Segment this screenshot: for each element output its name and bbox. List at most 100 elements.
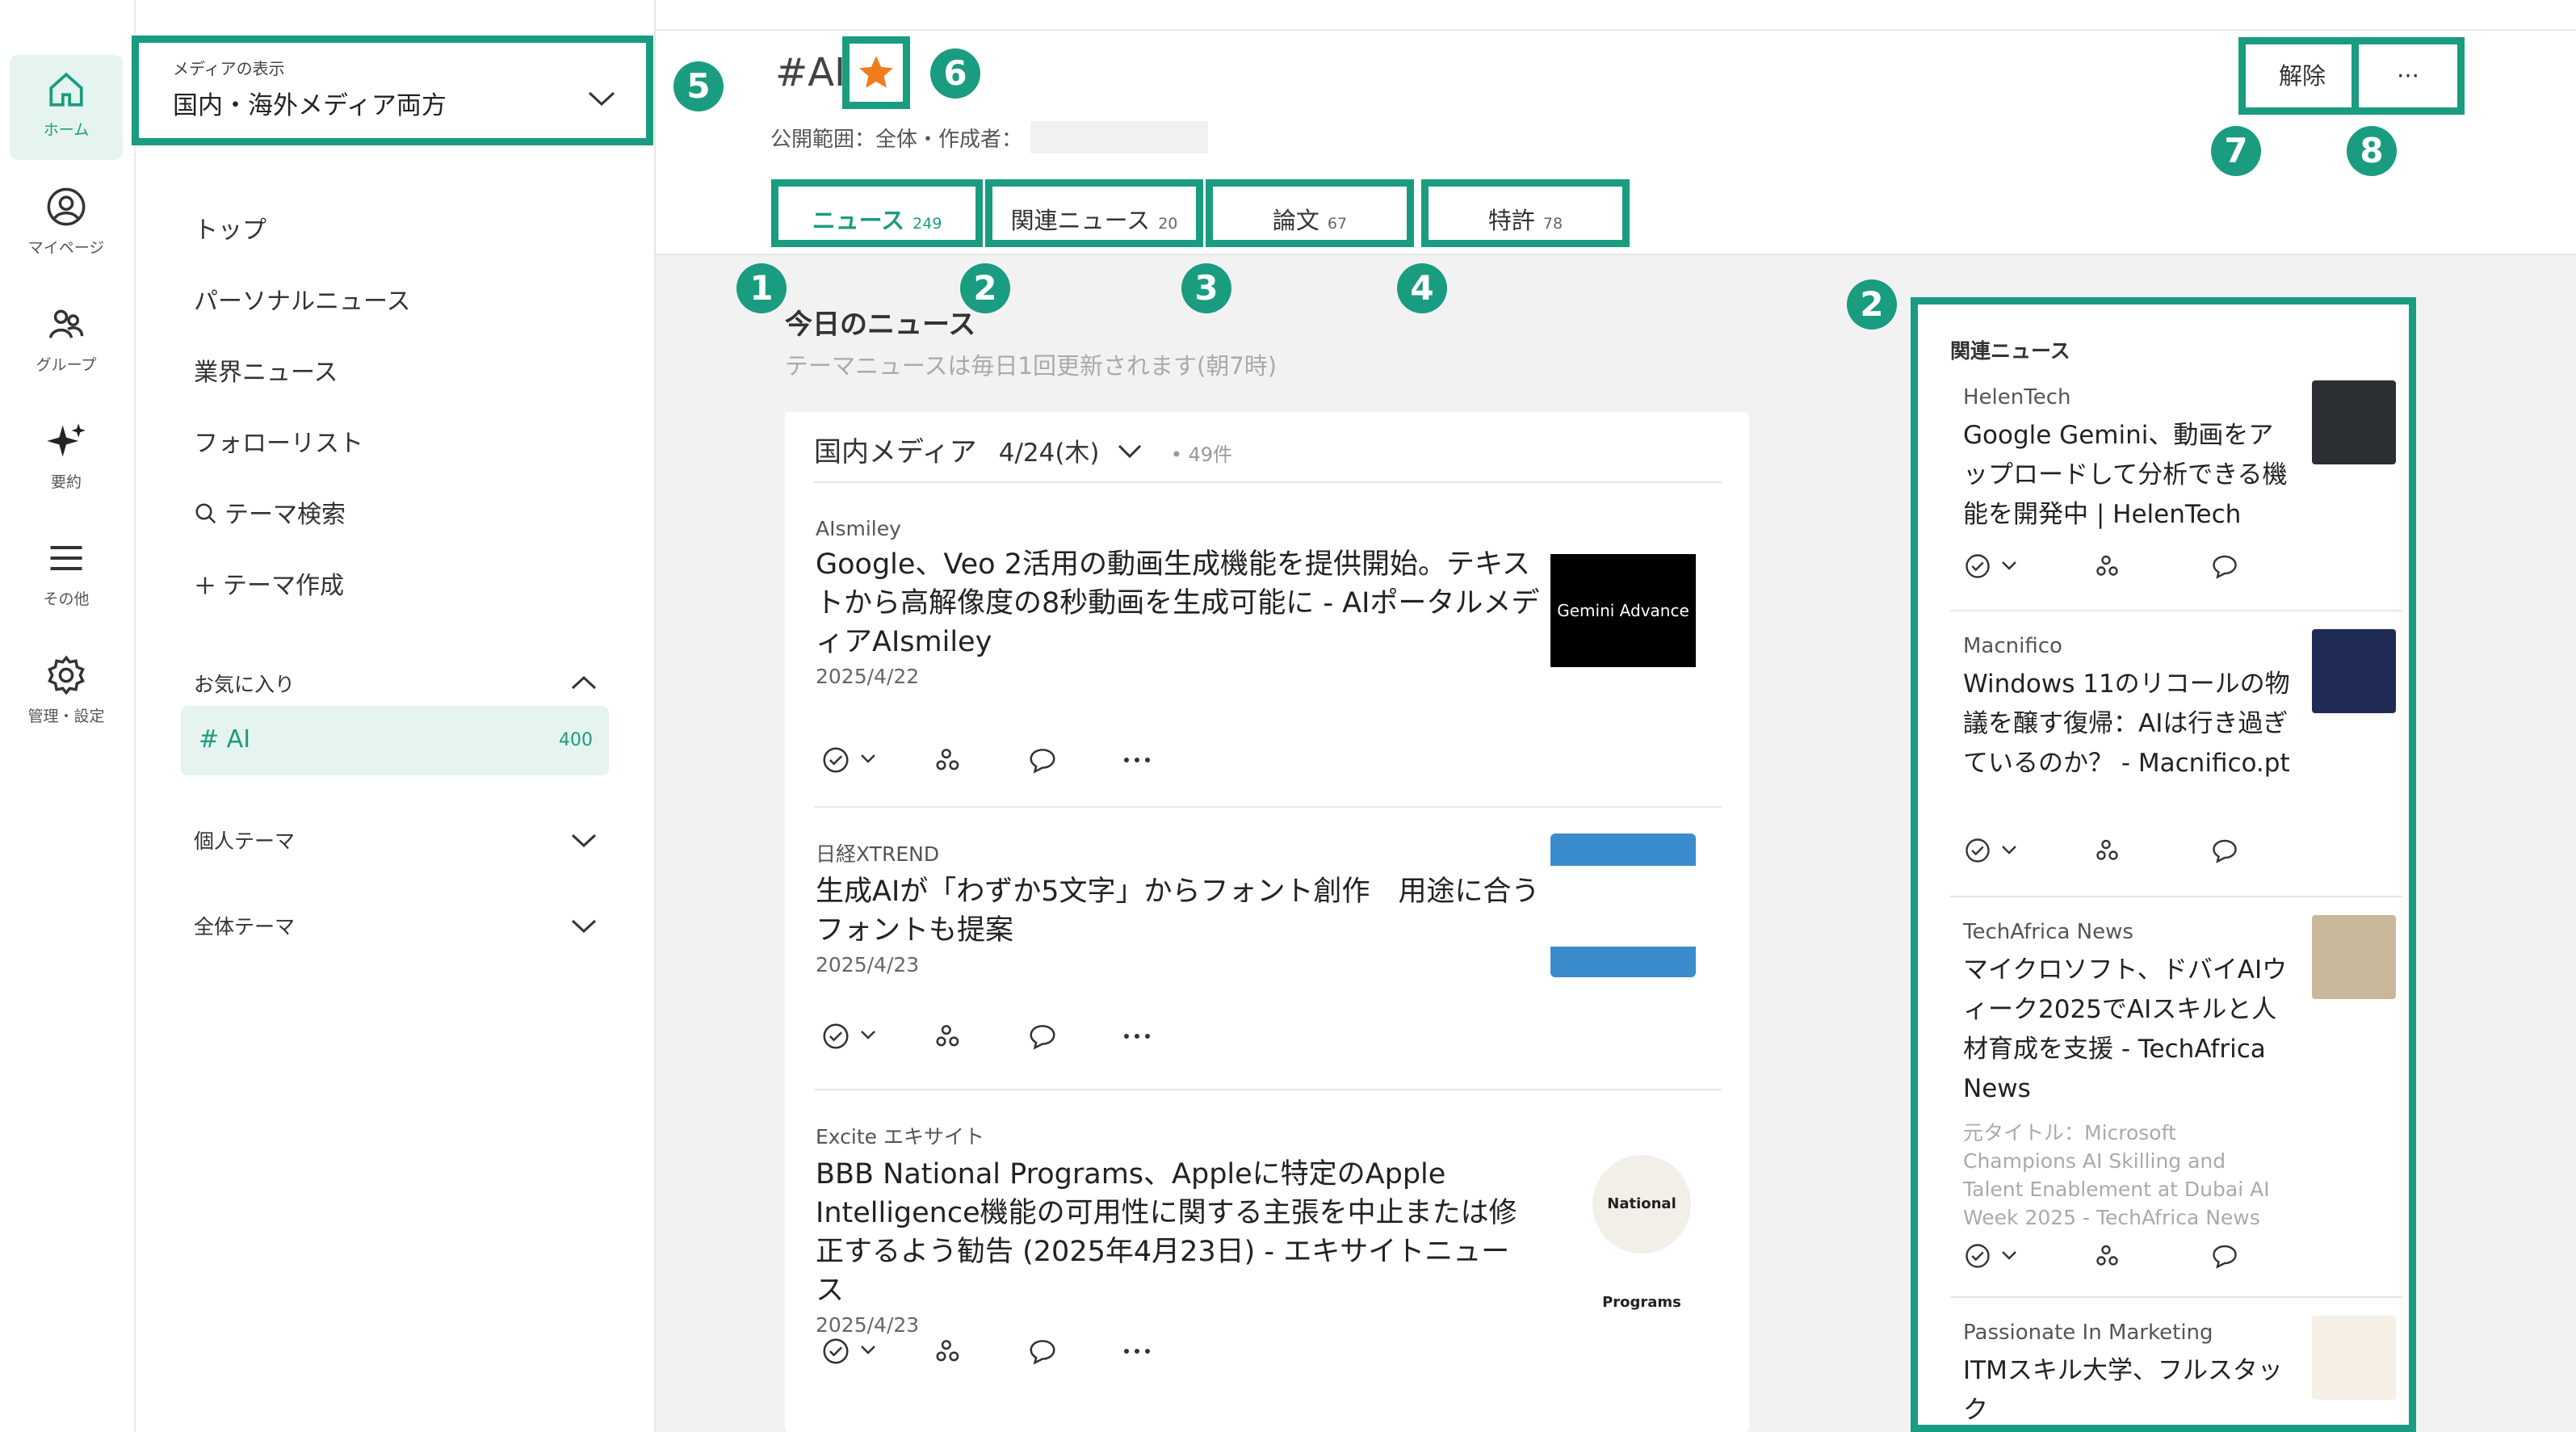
comment-icon[interactable] xyxy=(1027,745,1058,775)
check-circle-icon[interactable] xyxy=(820,745,851,775)
chevron-down-icon xyxy=(1118,444,1141,459)
related-thumbnail[interactable] xyxy=(2312,915,2396,999)
rail-other-label: その他 xyxy=(43,590,90,608)
share-group-icon[interactable] xyxy=(933,745,964,775)
chevron-down-icon[interactable] xyxy=(2000,1249,2018,1262)
related-heading: 関連ニュース xyxy=(1950,339,2070,363)
related-item[interactable]: Macnifico Windows 11のリコールの物議を醸す復帰：AIは行き過… xyxy=(1963,629,2396,892)
favorite-item-ai[interactable]: # AI 400 xyxy=(181,706,609,775)
nav-follow-list[interactable]: フォローリスト xyxy=(194,423,363,459)
nav-top[interactable]: トップ xyxy=(194,210,266,246)
article-divider xyxy=(814,1089,1722,1090)
nav-industry-news[interactable]: 業界ニュース xyxy=(194,352,338,388)
article-thumbnail[interactable] xyxy=(1550,834,1696,977)
related-thumbnail[interactable] xyxy=(2312,629,2396,713)
user-circle-icon xyxy=(47,187,86,226)
comment-icon[interactable] xyxy=(2210,836,2239,865)
related-divider xyxy=(1950,1296,2402,1298)
check-circle-icon[interactable] xyxy=(820,1336,851,1367)
article-title[interactable]: 生成AIが「わずか5文字」からフォント創作 用途に合うフォントも提案 xyxy=(816,872,1542,950)
article-item[interactable]: 日経XTREND 生成AIが「わずか5文字」からフォント創作 用途に合うフォント… xyxy=(816,834,1723,1097)
chevron-down-icon[interactable] xyxy=(859,753,877,766)
ellipsis-icon[interactable] xyxy=(1122,1032,1152,1040)
nav-theme-search[interactable]: テーマ検索 xyxy=(194,494,346,530)
comment-icon[interactable] xyxy=(2210,1241,2239,1270)
favorite-star-button[interactable] xyxy=(842,36,910,109)
today-heading: 今日のニュース xyxy=(785,309,976,341)
related-thumbnail[interactable] xyxy=(2312,1316,2396,1400)
related-item[interactable]: TechAfrica News マイクロソフト、ドバイAIウィーク2025でAI… xyxy=(1963,915,2396,1300)
author-placeholder xyxy=(1030,121,1208,153)
share-group-icon[interactable] xyxy=(2094,552,2123,581)
chevron-down-icon[interactable] xyxy=(859,1029,877,1042)
ellipsis-icon[interactable] xyxy=(1122,1347,1152,1355)
favorites-heading[interactable]: お気に入り xyxy=(194,669,598,698)
tab-patents[interactable]: 特許 78 xyxy=(1421,179,1630,247)
article-title[interactable]: BBB National Programs、Appleに特定のApple Int… xyxy=(816,1155,1526,1310)
tab-papers[interactable]: 論文 67 xyxy=(1206,179,1414,247)
all-theme-heading[interactable]: 全体テーマ xyxy=(194,911,598,940)
more-button[interactable]: ··· xyxy=(2352,37,2465,115)
callout-badge: 5 xyxy=(673,61,724,111)
favorite-item-label: # AI xyxy=(199,725,251,754)
page-meta: 公開範囲：全体・作成者： xyxy=(770,128,1023,152)
rail-mypage[interactable]: マイページ xyxy=(10,178,123,283)
ellipsis-icon[interactable] xyxy=(1122,756,1152,764)
related-title[interactable]: マイクロソフト、ドバイAIウィーク2025でAIスキルと人材育成を支援 - Te… xyxy=(1963,951,2294,1109)
rail-summary[interactable]: 要約 xyxy=(10,412,123,517)
related-thumbnail[interactable] xyxy=(2312,380,2396,464)
article-title[interactable]: Google、Veo 2活用の動画生成機能を提供開始。テキストから高解像度の8秒… xyxy=(816,545,1542,661)
chevron-down-icon xyxy=(571,834,597,848)
article-item[interactable]: AIsmiley Google、Veo 2活用の動画生成機能を提供開始。テキスト… xyxy=(816,517,1723,800)
personal-theme-heading[interactable]: 個人テーマ xyxy=(194,825,598,855)
related-title[interactable]: Windows 11のリコールの物議を醸す復帰：AIは行き過ぎているのか？ - … xyxy=(1963,665,2294,783)
share-group-icon[interactable] xyxy=(933,1336,964,1367)
chevron-down-icon[interactable] xyxy=(859,1344,877,1357)
group-icon xyxy=(48,309,84,338)
chevron-down-icon xyxy=(588,91,615,107)
chevron-up-icon xyxy=(571,675,597,690)
comment-icon[interactable] xyxy=(2210,552,2239,581)
article-item[interactable]: Excite エキサイト BBB National Programs、Apple… xyxy=(816,1121,1723,1420)
chevron-down-icon[interactable] xyxy=(2000,844,2018,857)
comment-icon[interactable] xyxy=(1027,1336,1058,1367)
nav-theme-create[interactable]: テーマ作成 xyxy=(194,565,344,601)
feed-header[interactable]: 国内メディア 4/24(木) • 49件 xyxy=(814,430,1702,478)
rail-settings[interactable]: 管理・設定 xyxy=(10,646,123,751)
rail-home[interactable]: ホーム xyxy=(10,55,123,160)
tab-news[interactable]: ニュース 249 xyxy=(771,179,983,247)
related-title[interactable]: Google Gemini、動画をアップロードして分析できる機能を開発中 | H… xyxy=(1963,416,2294,535)
tab-papers-count: 67 xyxy=(1327,215,1348,233)
related-title[interactable]: ITMスキル大学、フルスタック xyxy=(1963,1351,2294,1425)
check-circle-icon[interactable] xyxy=(1963,552,1992,581)
callout-badge: 1 xyxy=(736,263,787,313)
related-item[interactable]: HelenTech Google Gemini、動画をアップロードして分析できる… xyxy=(1963,380,2396,619)
callout-badge: 6 xyxy=(930,48,980,99)
personal-theme-label: 個人テーマ xyxy=(194,829,296,853)
share-group-icon[interactable] xyxy=(2094,1241,2123,1270)
share-group-icon[interactable] xyxy=(933,1021,964,1052)
check-circle-icon[interactable] xyxy=(820,1021,851,1052)
related-item[interactable]: Passionate In Marketing ITMスキル大学、フルスタック xyxy=(1963,1316,2396,1425)
chevron-down-icon[interactable] xyxy=(2000,560,2018,573)
header-top-border xyxy=(654,29,2576,31)
rail-other[interactable]: その他 xyxy=(10,529,123,634)
check-circle-icon[interactable] xyxy=(1963,1241,1992,1270)
article-actions xyxy=(820,1021,1160,1053)
comment-icon[interactable] xyxy=(1027,1021,1058,1052)
callout-badge: 4 xyxy=(1397,263,1447,313)
article-divider xyxy=(814,806,1722,808)
article-thumbnail[interactable]: Gemini Advance xyxy=(1550,554,1696,667)
unfollow-button[interactable]: 解除 xyxy=(2238,37,2366,115)
rail-group[interactable]: グループ xyxy=(10,295,123,400)
tab-related-news[interactable]: 関連ニュース 20 xyxy=(985,179,1203,247)
related-news-panel: 関連ニュース HelenTech Google Gemini、動画をアップロード… xyxy=(1911,297,2416,1432)
nav-personal-news[interactable]: パーソナルニュース xyxy=(194,281,411,317)
media-select[interactable]: メディアの表示 国内・海外メディア両方 xyxy=(132,36,653,145)
article-thumbnail[interactable]: National Programs xyxy=(1592,1155,1691,1311)
rail-summary-label: 要約 xyxy=(50,473,82,491)
thumbnail-inner xyxy=(1550,866,1696,947)
tab-related-label: 関連ニュース xyxy=(1010,207,1151,234)
share-group-icon[interactable] xyxy=(2094,836,2123,865)
check-circle-icon[interactable] xyxy=(1963,836,1992,865)
